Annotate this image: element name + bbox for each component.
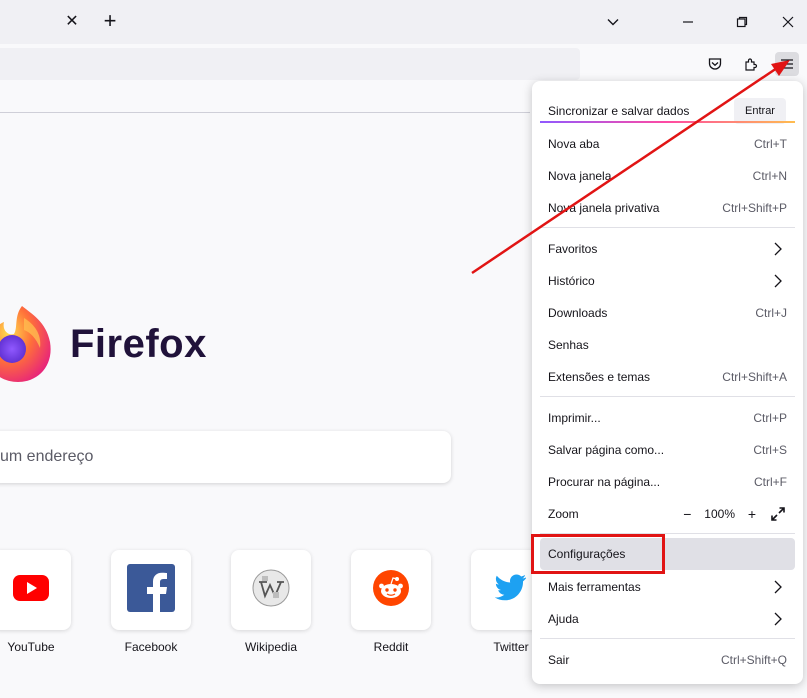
fullscreen-icon[interactable] (769, 505, 787, 523)
menu-item-history[interactable]: Histórico (540, 265, 795, 297)
shortcut-tile-youtube[interactable] (0, 550, 71, 630)
menu-item-new-tab[interactable]: Nova aba Ctrl+T (540, 128, 795, 160)
menu-item-label: Nova aba (548, 137, 600, 151)
firefox-logo-icon (0, 300, 56, 384)
menu-item-label: Salvar página como... (548, 443, 665, 457)
plus-icon[interactable]: + (100, 10, 120, 32)
menu-item-label: Imprimir... (548, 411, 601, 425)
shortcut-tile-wikipedia[interactable] (231, 550, 311, 630)
menu-item-help[interactable]: Ajuda (540, 603, 795, 635)
url-bar[interactable] (0, 48, 580, 80)
search-input[interactable]: um endereço (0, 431, 451, 483)
menu-item-shortcut: Ctrl+Shift+Q (720, 653, 787, 667)
chevron-right-icon (771, 611, 785, 627)
reddit-icon (373, 569, 409, 611)
wikipedia-icon (251, 568, 291, 613)
menu-separator (540, 396, 795, 397)
menu-item-label: Procurar na página... (548, 475, 661, 489)
youtube-icon (13, 574, 49, 606)
chevron-right-icon (771, 273, 785, 289)
annotation-highlight-box (531, 534, 665, 574)
shortcut-tile-facebook[interactable] (111, 550, 191, 630)
menu-item-label: Zoom (548, 507, 579, 521)
menu-item-passwords[interactable]: Senhas (540, 329, 795, 361)
menu-item-new-private-window[interactable]: Nova janela privativa Ctrl+Shift+P (540, 192, 795, 224)
menu-separator (540, 638, 795, 639)
menu-item-label: Sair (548, 653, 570, 667)
zoom-level[interactable]: 100% (704, 507, 735, 521)
close-icon[interactable]: ✕ (62, 12, 82, 32)
facebook-icon (127, 563, 175, 617)
menu-item-label: Ajuda (548, 612, 579, 626)
menu-item-print[interactable]: Imprimir... Ctrl+P (540, 402, 795, 434)
menu-items-layer: Nova aba Ctrl+T Nova janela Ctrl+N Nova ja… (532, 0, 803, 698)
menu-separator (540, 227, 795, 228)
menu-item-shortcut: Ctrl+S (753, 443, 787, 457)
menu-item-label: Favoritos (548, 242, 598, 256)
menu-item-shortcut: Ctrl+Shift+A (722, 370, 787, 384)
menu-item-label: Histórico (548, 274, 595, 288)
menu-item-zoom: Zoom − 100% + (540, 498, 795, 530)
menu-item-shortcut: Ctrl+J (755, 306, 787, 320)
brand-wordmark: Firefox (70, 322, 207, 366)
zoom-in-button[interactable]: + (743, 505, 761, 523)
shortcut-label: Wikipedia (244, 640, 298, 654)
zoom-out-button[interactable]: − (678, 505, 696, 523)
chevron-right-icon (771, 579, 785, 595)
twitter-icon (494, 574, 527, 607)
menu-item-find-in-page[interactable]: Procurar na página... Ctrl+F (540, 466, 795, 498)
menu-item-label: Mais ferramentas (548, 580, 641, 594)
shortcut-label: YouTube (7, 640, 55, 654)
menu-item-new-window[interactable]: Nova janela Ctrl+N (540, 160, 795, 192)
menu-item-label: Downloads (548, 306, 608, 320)
menu-item-exit[interactable]: Sair Ctrl+Shift+Q (540, 644, 795, 676)
shortcut-label: Reddit (373, 640, 409, 654)
menu-item-label: Extensões e temas (548, 370, 651, 384)
menu-item-shortcut: Ctrl+N (752, 169, 787, 183)
menu-item-label: Nova janela privativa (548, 201, 660, 215)
menu-item-downloads[interactable]: Downloads Ctrl+J (540, 297, 795, 329)
menu-item-label: Nova janela (548, 169, 612, 183)
toolbar-divider (0, 112, 530, 113)
shortcut-label: Facebook (124, 640, 178, 654)
current-tab[interactable]: ✕ (0, 0, 92, 44)
menu-item-bookmarks[interactable]: Favoritos (540, 233, 795, 265)
menu-item-shortcut: Ctrl+F (754, 475, 787, 489)
search-placeholder: um endereço (0, 448, 94, 465)
menu-item-shortcut: Ctrl+T (754, 137, 787, 151)
menu-item-more-tools[interactable]: Mais ferramentas (540, 571, 795, 603)
menu-item-shortcut: Ctrl+Shift+P (722, 201, 787, 215)
menu-item-shortcut: Ctrl+P (753, 411, 787, 425)
zoom-controls: − 100% + (678, 505, 787, 523)
shortcut-tile-reddit[interactable] (351, 550, 431, 630)
menu-item-save-page[interactable]: Salvar página como... Ctrl+S (540, 434, 795, 466)
menu-item-addons-themes[interactable]: Extensões e temas Ctrl+Shift+A (540, 361, 795, 393)
menu-item-label: Senhas (548, 338, 589, 352)
chevron-right-icon (771, 241, 785, 257)
